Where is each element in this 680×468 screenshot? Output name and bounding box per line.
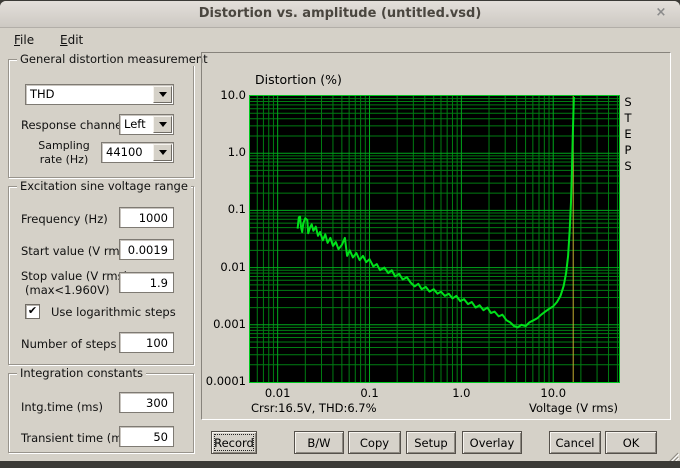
frequency-input[interactable]: 1000 (119, 207, 174, 228)
y-tick-label: 0.001 (213, 316, 246, 331)
group-excitation-legend: Excitation sine voltage range (17, 179, 191, 193)
title-bar[interactable]: Distortion vs. amplitude (untitled.vsd) … (0, 1, 680, 28)
y-tick-label: 10.0 (220, 88, 246, 102)
chevron-down-icon[interactable] (153, 116, 172, 133)
distortion-plot[interactable] (249, 95, 620, 383)
log-steps-checkbox[interactable]: ✔ (25, 304, 40, 319)
cursor-readout: Crsr:16.5V, THD:6.7% (251, 401, 377, 415)
transient-time-input[interactable]: 50 (119, 426, 174, 447)
x-tick-label: 10.0 (540, 386, 567, 400)
plot-title: Distortion (%) (255, 72, 342, 87)
sampling-rate-label: Sampling rate (Hz) (38, 139, 90, 166)
stop-value-note: (max<1.960V) (25, 283, 110, 297)
steps-axis-label: STEPS (624, 95, 632, 173)
group-excitation: Excitation sine voltage range Frequency … (8, 179, 194, 365)
window-title: Distortion vs. amplitude (untitled.vsd) (198, 6, 482, 21)
setup-button[interactable]: Setup (406, 431, 456, 454)
transient-time-label: Transient time (ms) (21, 431, 133, 445)
start-value-label: Start value (V rms) (21, 244, 131, 258)
screen: Distortion vs. amplitude (untitled.vsd) … (0, 0, 680, 468)
number-of-steps-input[interactable]: 100 (119, 332, 174, 353)
window-bottom-edge (0, 461, 680, 468)
y-tick-label: 0.01 (220, 259, 246, 274)
sampling-rate-select[interactable]: 44100 (101, 142, 174, 163)
menu-edit[interactable]: Edit (56, 31, 87, 49)
group-integration-legend: Integration constants (17, 366, 147, 380)
x-tick-label: 0.1 (360, 386, 379, 400)
menu-bar: File Edit (0, 28, 680, 52)
x-axis-title: Voltage (V rms) (528, 401, 618, 415)
menu-file[interactable]: File (10, 31, 38, 49)
response-channel-select[interactable]: Left (119, 114, 174, 135)
overlay-button[interactable]: Overlay (462, 431, 522, 454)
y-tick-label: 0.0001 (205, 374, 246, 388)
close-icon[interactable]: × (653, 5, 669, 21)
group-general-legend: General distortion measurement (17, 52, 211, 66)
ok-button[interactable]: OK (605, 431, 657, 454)
response-channel-value: Left (124, 117, 146, 131)
record-button[interactable]: Record (211, 431, 257, 454)
chevron-down-icon[interactable] (153, 144, 172, 161)
group-integration: Integration constants Intg.time (ms) 300… (8, 366, 194, 453)
measurement-select[interactable]: THD (25, 84, 174, 105)
copy-button[interactable]: Copy (348, 431, 401, 454)
intg-time-input[interactable]: 300 (119, 392, 174, 413)
stop-value-input[interactable]: 1.9 (119, 272, 174, 293)
measurement-value: THD (30, 87, 55, 101)
stop-value-label: Stop value (V rms) (21, 269, 129, 283)
frequency-label: Frequency (Hz) (21, 212, 108, 226)
number-of-steps-label: Number of steps (21, 337, 117, 351)
sampling-rate-value: 44100 (106, 145, 143, 159)
cancel-button[interactable]: Cancel (549, 431, 601, 454)
y-tick-label: 1.0 (227, 145, 246, 160)
group-general-distortion: General distortion measurement THD Respo… (8, 52, 211, 178)
dialog-window: Distortion vs. amplitude (untitled.vsd) … (0, 1, 680, 464)
chevron-down-icon[interactable] (153, 86, 172, 103)
bw-button[interactable]: B/W (294, 431, 344, 454)
intg-time-label: Intg.time (ms) (21, 400, 103, 414)
response-channel-label: Response channel (21, 118, 126, 132)
log-steps-label: Use logarithmic steps (51, 305, 176, 319)
y-tick-label: 0.1 (227, 202, 246, 217)
x-tick-label: 1.0 (452, 386, 471, 400)
start-value-input[interactable]: 0.0019 (119, 239, 174, 260)
x-tick-label: 0.01 (264, 386, 291, 400)
